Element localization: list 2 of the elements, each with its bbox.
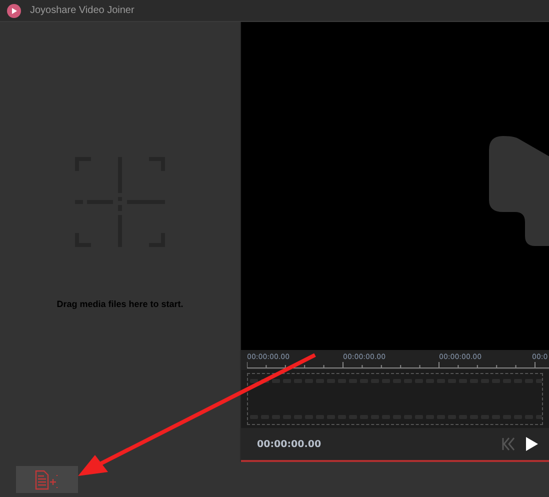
window-title: Joyoshare Video Joiner: [30, 5, 134, 16]
current-time: 00:00:00.00: [257, 438, 322, 450]
